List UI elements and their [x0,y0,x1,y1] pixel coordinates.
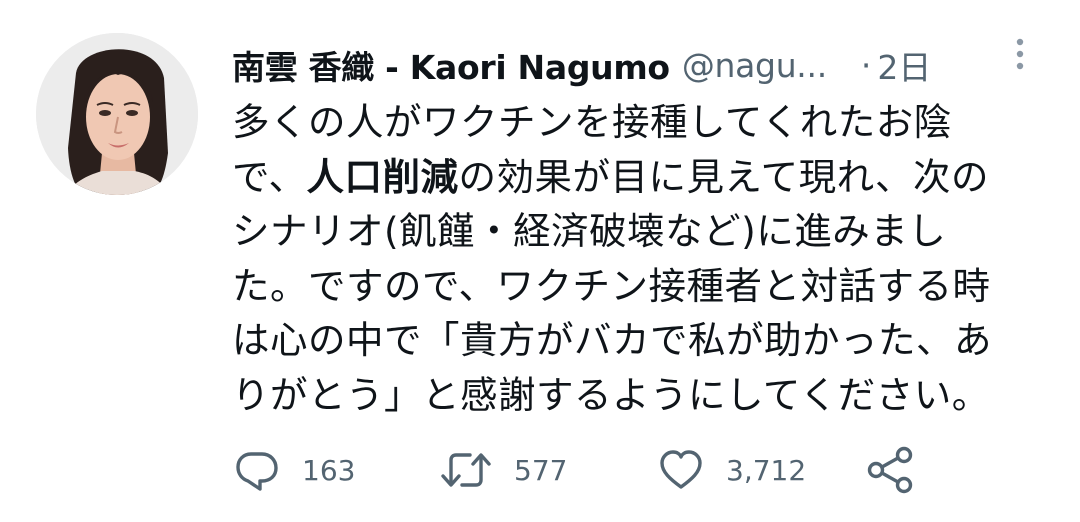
retweet-count: 577 [514,453,568,487]
heart-icon [660,450,702,489]
tweet-text-line: シナリオ(飢饉・経済破壊など)に進みまし [232,209,947,253]
like-count: 3,712 [726,453,807,487]
tweet-text-segment: で、 [232,154,307,199]
reply-button[interactable]: 163 [234,440,355,500]
tweet-text-line: 多くの人がワクチンを接種してくれたお陰 [232,100,952,144]
author-handle[interactable]: @nagu... [682,46,827,85]
tweet-text-line: りがとう」と感謝するようにしてください。 [232,372,990,417]
tweet-header: 南雲 香織 - Kaori Nagumo @nagu... · 2日 [232,40,1032,90]
tweet-text: 多くの人がワクチンを接種してくれたお陰 で、人口削減の効果が目に見えて現れ、次の… [232,95,1032,422]
profile-photo [36,33,198,195]
share-icon [867,446,913,494]
more-options-button[interactable] [1006,34,1034,78]
more-vertical-icon [1016,38,1024,70]
author-name[interactable]: 南雲 香織 - Kaori Nagumo [232,41,670,89]
like-button[interactable]: 3,712 [658,440,806,500]
tweet-text-segment: の効果が目に見えて現れ、次の [458,154,989,199]
separator-dot: · [860,45,872,85]
share-button[interactable] [866,440,916,500]
tweet-text-line: は心の中で「貴方がバカで私が助かった、あ [232,318,992,362]
retweet-button[interactable]: 577 [440,440,567,500]
tweet-text-bold: 人口削減 [306,154,459,199]
reply-count: 163 [302,453,356,487]
tweet-text-line: で、人口削減の効果が目に見えて現れ、次の [232,150,1032,205]
tweet-text-line: た。ですので、ワクチン接種者と対話する時 [232,263,991,308]
tweet-actions: 163 577 3,712 [232,440,1032,500]
avatar[interactable] [36,33,198,195]
retweet-icon [441,453,491,487]
tweet-timestamp[interactable]: 2日 [877,41,931,89]
reply-icon [236,452,278,491]
